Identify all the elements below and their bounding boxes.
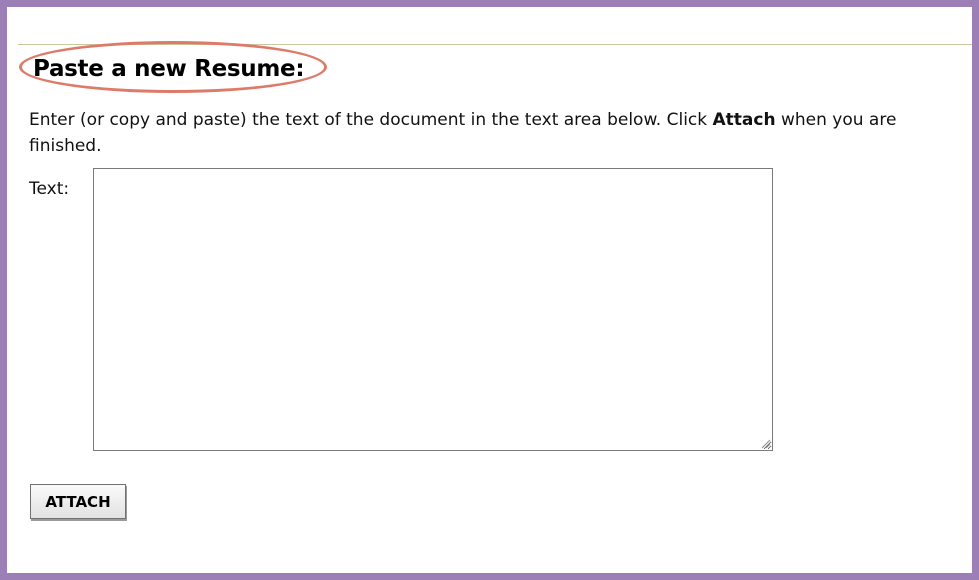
instructions-attach-emphasis: Attach <box>712 110 776 130</box>
resize-grip-icon[interactable] <box>761 439 771 449</box>
instructions-part1: Enter (or copy and paste) the text of th… <box>29 110 713 130</box>
attach-button[interactable]: ATTACH <box>30 484 126 519</box>
text-field-label: Text: <box>29 179 70 199</box>
resume-text-area[interactable] <box>93 168 773 451</box>
page-title: Paste a new Resume: <box>33 56 305 82</box>
heading-container: Paste a new Resume: <box>19 41 329 96</box>
instructions-text: Enter (or copy and paste) the text of th… <box>29 107 959 159</box>
